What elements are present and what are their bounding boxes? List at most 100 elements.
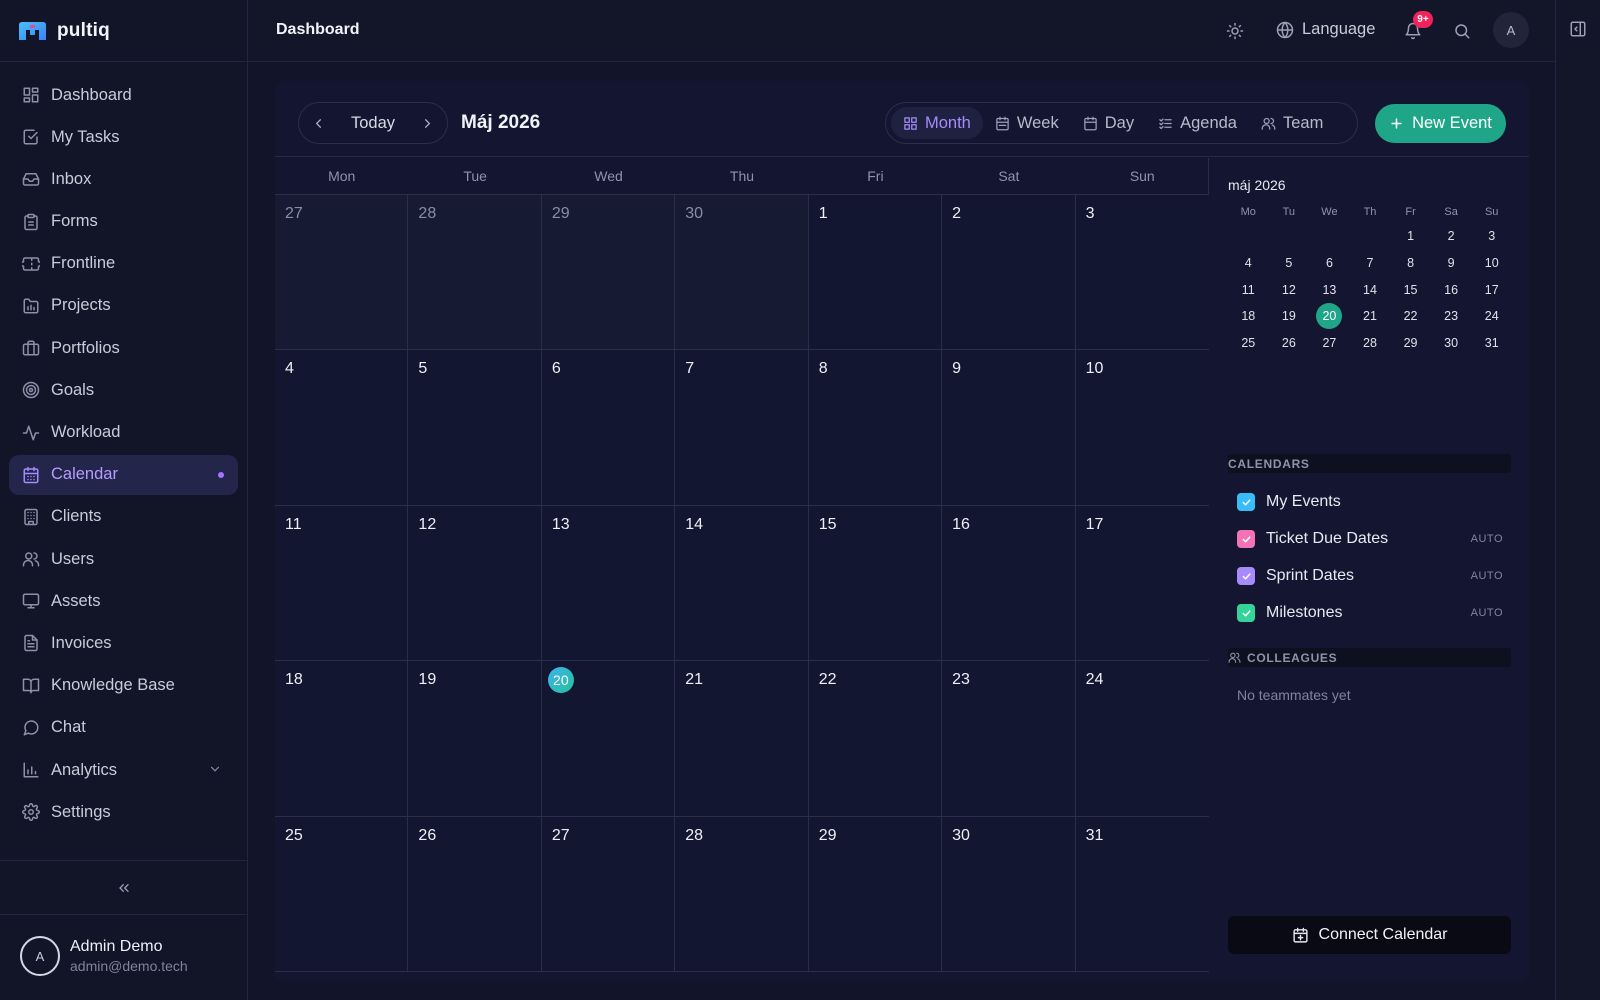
- day-cell[interactable]: 23: [942, 661, 1076, 817]
- mini-day[interactable]: 11: [1228, 276, 1269, 303]
- sidebar-collapse-button[interactable]: [0, 860, 248, 915]
- day-cell[interactable]: 4: [275, 350, 409, 506]
- checkbox[interactable]: [1237, 493, 1255, 511]
- day-cell[interactable]: 3: [1075, 195, 1209, 351]
- mini-day[interactable]: 2: [1431, 223, 1472, 250]
- day-cell[interactable]: 10: [1075, 350, 1209, 506]
- mini-day[interactable]: 1: [1390, 223, 1431, 250]
- day-cell[interactable]: 28: [675, 816, 809, 972]
- view-tab-agenda[interactable]: Agenda: [1146, 107, 1249, 139]
- mini-day[interactable]: 28: [1350, 330, 1391, 357]
- sidebar-item-analytics[interactable]: Analytics: [9, 750, 238, 790]
- sidebar-item-goals[interactable]: Goals: [9, 370, 238, 410]
- day-cell[interactable]: 11: [275, 505, 409, 662]
- day-cell[interactable]: 29: [808, 816, 943, 972]
- sidebar-item-frontline[interactable]: Frontline: [9, 244, 238, 284]
- mini-day[interactable]: 16: [1431, 276, 1472, 303]
- day-cell[interactable]: 8: [808, 350, 943, 506]
- day-cell[interactable]: 22: [808, 661, 943, 817]
- mini-day[interactable]: 14: [1350, 276, 1391, 303]
- day-cell[interactable]: 26: [408, 816, 542, 972]
- mini-day-selected[interactable]: 20: [1309, 303, 1350, 330]
- mini-day[interactable]: 7: [1350, 250, 1391, 277]
- day-cell[interactable]: 2: [942, 195, 1076, 351]
- sidebar-item-inbox[interactable]: Inbox: [9, 159, 238, 199]
- mini-day[interactable]: 17: [1471, 276, 1512, 303]
- mini-day[interactable]: 29: [1390, 330, 1431, 357]
- theme-toggle-sun-icon[interactable]: [1226, 22, 1244, 40]
- brand[interactable]: pultiq: [0, 0, 247, 62]
- view-tab-team[interactable]: Team: [1249, 107, 1335, 139]
- checkbox[interactable]: [1237, 567, 1255, 585]
- day-cell[interactable]: 17: [1075, 505, 1209, 662]
- mini-day[interactable]: 18: [1228, 303, 1269, 330]
- day-cell[interactable]: 15: [808, 505, 943, 662]
- day-cell[interactable]: 9: [942, 350, 1076, 506]
- day-cell[interactable]: 13: [541, 505, 676, 662]
- mini-day[interactable]: 10: [1471, 250, 1512, 277]
- mini-day[interactable]: 3: [1471, 223, 1512, 250]
- mini-day[interactable]: 13: [1309, 276, 1350, 303]
- sidebar-item-settings[interactable]: Settings: [9, 792, 238, 832]
- day-cell[interactable]: 16: [942, 505, 1076, 662]
- day-cell[interactable]: 1: [808, 195, 943, 351]
- panel-toggle-icon[interactable]: [1569, 20, 1587, 38]
- mini-day[interactable]: 4: [1228, 250, 1269, 277]
- day-cell[interactable]: 27: [275, 195, 409, 351]
- day-cell[interactable]: 21: [675, 661, 809, 817]
- calendar-toggle-my-events[interactable]: My Events: [1237, 491, 1503, 513]
- day-cell[interactable]: 30: [675, 195, 809, 351]
- view-tab-week[interactable]: Week: [983, 107, 1071, 139]
- mini-day[interactable]: 6: [1309, 250, 1350, 277]
- day-cell[interactable]: 20: [541, 661, 676, 817]
- calendar-toggle-sprint-dates[interactable]: Sprint Dates AUTO: [1237, 565, 1503, 587]
- mini-day[interactable]: 27: [1309, 330, 1350, 357]
- sidebar-item-portfolios[interactable]: Portfolios: [9, 328, 238, 368]
- sidebar-item-assets[interactable]: Assets: [9, 581, 238, 621]
- connect-calendar-button[interactable]: Connect Calendar: [1228, 916, 1511, 954]
- day-cell[interactable]: 24: [1075, 661, 1209, 817]
- sidebar-item-clients[interactable]: Clients: [9, 497, 238, 537]
- day-cell[interactable]: 25: [275, 816, 409, 972]
- day-cell[interactable]: 27: [541, 816, 676, 972]
- mini-day[interactable]: 25: [1228, 330, 1269, 357]
- sidebar-item-forms[interactable]: Forms: [9, 202, 238, 242]
- day-cell[interactable]: 18: [275, 661, 409, 817]
- mini-day[interactable]: 26: [1269, 330, 1310, 357]
- calendar-toggle-ticket-due-dates[interactable]: Ticket Due Dates AUTO: [1237, 528, 1503, 550]
- checkbox[interactable]: [1237, 604, 1255, 622]
- day-cell[interactable]: 5: [408, 350, 542, 506]
- mini-day[interactable]: 19: [1269, 303, 1310, 330]
- mini-day[interactable]: 12: [1269, 276, 1310, 303]
- mini-day[interactable]: 8: [1390, 250, 1431, 277]
- day-cell[interactable]: 28: [408, 195, 542, 351]
- sidebar-item-projects[interactable]: Projects: [9, 286, 238, 326]
- day-cell[interactable]: 30: [942, 816, 1076, 972]
- sidebar-item-users[interactable]: Users: [9, 539, 238, 579]
- day-cell[interactable]: 12: [408, 505, 542, 662]
- view-tab-month[interactable]: Month: [891, 107, 983, 139]
- mini-day[interactable]: 30: [1431, 330, 1472, 357]
- mini-day[interactable]: 31: [1471, 330, 1512, 357]
- day-cell[interactable]: 31: [1075, 816, 1209, 972]
- mini-day[interactable]: 21: [1350, 303, 1391, 330]
- user-profile[interactable]: A Admin Demo admin@demo.tech: [20, 936, 188, 976]
- sidebar-item-chat[interactable]: Chat: [9, 708, 238, 748]
- today-button[interactable]: Today: [351, 114, 395, 133]
- sidebar-item-calendar[interactable]: Calendar: [9, 454, 238, 495]
- day-cell[interactable]: 7: [675, 350, 809, 506]
- sidebar-item-knowledge-base[interactable]: Knowledge Base: [9, 666, 238, 706]
- sidebar-item-dashboard[interactable]: Dashboard: [9, 75, 238, 115]
- day-cell[interactable]: 29: [541, 195, 676, 351]
- mini-day[interactable]: 15: [1390, 276, 1431, 303]
- header-avatar[interactable]: A: [1493, 12, 1529, 48]
- calendar-toggle-milestones[interactable]: Milestones AUTO: [1237, 602, 1503, 624]
- day-cell[interactable]: 6: [541, 350, 676, 506]
- prev-month-button[interactable]: [311, 116, 326, 131]
- new-event-button[interactable]: New Event: [1375, 104, 1506, 143]
- day-cell[interactable]: 14: [675, 505, 809, 662]
- mini-day[interactable]: 22: [1390, 303, 1431, 330]
- view-tab-day[interactable]: Day: [1071, 107, 1146, 139]
- day-cell[interactable]: 19: [408, 661, 542, 817]
- mini-day[interactable]: 24: [1471, 303, 1512, 330]
